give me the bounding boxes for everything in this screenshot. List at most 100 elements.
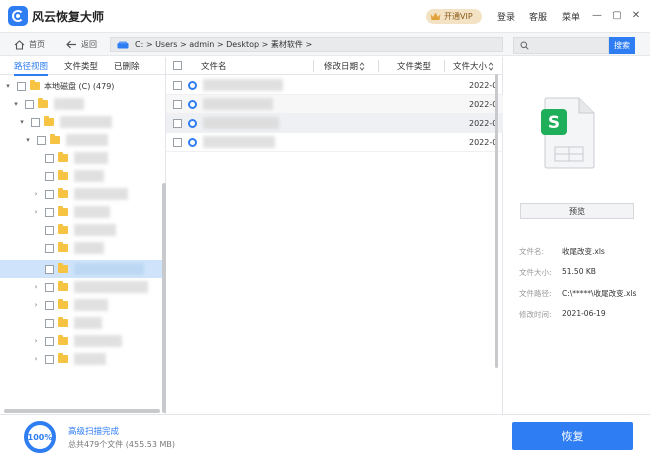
tree-row[interactable]: ▾ <box>0 113 162 131</box>
tree-row-selected[interactable] <box>0 260 162 278</box>
file-date: 2022-0 <box>469 99 498 109</box>
tree-row-root[interactable]: ▾ 本地磁盘 (C) (479) <box>0 77 162 95</box>
checkbox[interactable] <box>45 207 54 217</box>
vip-button[interactable]: 开通VIP <box>426 9 482 24</box>
nav-bar: 首页 返回 C: > Users > admin > Desktop > 素材软… <box>0 32 650 56</box>
checkbox[interactable] <box>17 81 26 91</box>
chevron-down-icon[interactable]: ▾ <box>11 100 21 108</box>
checkbox[interactable] <box>45 225 54 235</box>
chevron-right-icon[interactable]: › <box>31 337 41 345</box>
tree-horizontal-scrollbar[interactable] <box>4 409 160 413</box>
tab-deleted[interactable]: 已删除 <box>114 60 140 72</box>
checkbox[interactable] <box>45 354 54 364</box>
tab-file-type[interactable]: 文件类型 <box>64 60 98 72</box>
tree-row[interactable]: › <box>0 296 162 314</box>
search-input[interactable] <box>513 37 609 54</box>
search-button[interactable]: 搜索 <box>609 37 635 54</box>
checkbox[interactable] <box>45 189 54 199</box>
meta-value-modified: 2021-06-19 <box>562 309 606 318</box>
chevron-right-icon[interactable]: › <box>31 190 41 198</box>
meta-label-filename: 文件名: <box>519 247 545 256</box>
tree-row[interactable]: › <box>0 185 162 203</box>
folder-icon <box>58 170 68 180</box>
tree-row[interactable] <box>0 221 162 239</box>
minimize-button[interactable]: — <box>590 8 604 22</box>
checkbox[interactable] <box>45 171 54 181</box>
chevron-down-icon[interactable]: ▾ <box>23 136 33 144</box>
tree-row[interactable] <box>0 314 162 332</box>
file-date: 2022-0 <box>469 118 498 128</box>
checkbox[interactable] <box>173 137 182 147</box>
title-bar: 风云恢复大师 开通VIP 登录 客服 菜单 — ▢ ✕ <box>0 0 650 32</box>
svg-text:S: S <box>548 113 560 133</box>
chevron-right-icon[interactable]: › <box>31 355 41 363</box>
tree-row[interactable]: ▾ <box>0 131 162 149</box>
tree-row[interactable]: › <box>0 332 162 350</box>
tree-row[interactable] <box>0 149 162 167</box>
checkbox[interactable] <box>37 135 46 145</box>
chevron-down-icon[interactable]: ▾ <box>3 82 13 90</box>
blurred-name <box>60 116 112 128</box>
column-file-type[interactable]: 文件类型 <box>397 60 431 72</box>
chevron-right-icon[interactable]: › <box>31 208 41 216</box>
chevron-down-icon[interactable]: ▾ <box>17 118 27 126</box>
file-row[interactable]: 2022-0 <box>166 95 503 114</box>
back-button[interactable]: 返回 <box>66 39 97 50</box>
path-bar[interactable]: C: > Users > admin > Desktop > 素材软件 > <box>110 37 503 52</box>
progress-text: 100% <box>27 432 53 442</box>
preview-button[interactable]: 预览 <box>520 203 634 219</box>
tree-row[interactable] <box>0 167 162 185</box>
checkbox[interactable] <box>45 264 54 274</box>
meta-value-filename: 收尾改变.xls <box>562 247 605 256</box>
checkbox[interactable] <box>45 243 54 253</box>
column-name[interactable]: 文件名 <box>201 60 227 72</box>
select-all-checkbox[interactable] <box>173 61 182 70</box>
support-link[interactable]: 客服 <box>529 10 547 23</box>
chevron-right-icon[interactable]: › <box>31 283 41 291</box>
tree-row[interactable]: ▾ <box>0 95 162 113</box>
file-row[interactable]: 2022-0 <box>166 133 503 152</box>
sort-icon[interactable] <box>488 62 494 71</box>
tree-row[interactable]: › <box>0 203 162 221</box>
tree-row[interactable]: › <box>0 278 162 296</box>
login-link[interactable]: 登录 <box>497 10 515 23</box>
checkbox[interactable] <box>31 117 40 127</box>
column-file-size[interactable]: 文件大小 <box>453 60 487 72</box>
blurred-name <box>66 134 108 146</box>
maximize-button[interactable]: ▢ <box>610 8 624 22</box>
folder-icon <box>58 299 68 309</box>
tab-path-view[interactable]: 路径视图 <box>14 60 49 76</box>
checkbox[interactable] <box>45 318 54 328</box>
file-list-scrollbar[interactable] <box>495 74 498 368</box>
app-title: 风云恢复大师 <box>32 10 105 24</box>
file-list-panel: 文件名 修改日期 文件类型 文件大小 2022-0 2022-0 2022-0 <box>166 57 503 414</box>
file-row-selected[interactable]: 2022-0 <box>166 114 503 133</box>
checkbox[interactable] <box>25 99 34 109</box>
folder-icon <box>58 263 68 273</box>
meta-value-size: 51.50 KB <box>562 267 596 276</box>
tree-row[interactable] <box>0 239 162 257</box>
checkbox[interactable] <box>173 99 182 109</box>
checkbox[interactable] <box>45 282 54 292</box>
checkbox[interactable] <box>173 118 182 128</box>
checkbox[interactable] <box>173 80 182 90</box>
home-button[interactable]: 首页 <box>14 39 45 50</box>
home-label: 首页 <box>29 40 45 49</box>
folder-icon <box>58 206 68 216</box>
sort-icon[interactable] <box>359 62 365 71</box>
file-row[interactable]: 2022-0 <box>166 76 503 95</box>
tree-row[interactable]: › <box>0 350 162 368</box>
file-date: 2022-0 <box>469 137 498 147</box>
folder-icon <box>58 317 68 327</box>
checkbox[interactable] <box>45 153 54 163</box>
blurred-name <box>74 242 104 254</box>
menu-link[interactable]: 菜单 <box>562 10 580 23</box>
checkbox[interactable] <box>45 336 54 346</box>
column-modified-date[interactable]: 修改日期 <box>324 60 358 72</box>
checkbox[interactable] <box>45 300 54 310</box>
blurred-name <box>74 263 144 275</box>
close-button[interactable]: ✕ <box>629 8 643 22</box>
recover-button[interactable]: 恢复 <box>512 422 633 450</box>
chevron-right-icon[interactable]: › <box>31 301 41 309</box>
view-tabs: 路径视图 文件类型 已删除 <box>0 57 166 76</box>
